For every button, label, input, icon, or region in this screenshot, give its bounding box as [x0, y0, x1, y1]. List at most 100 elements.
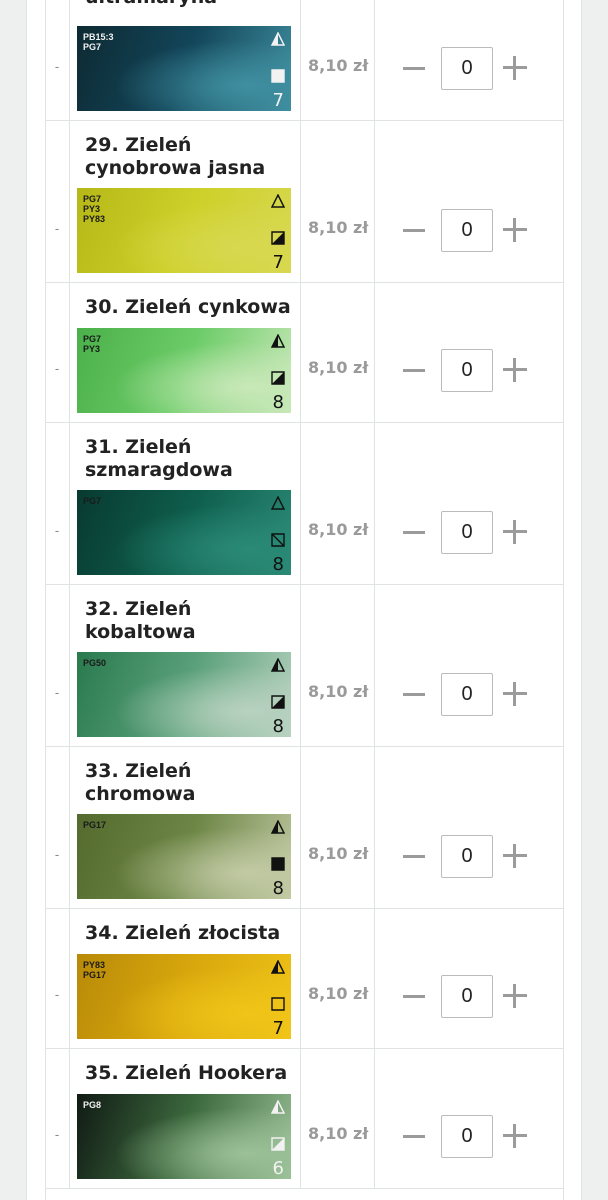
quantity-input[interactable]	[441, 975, 493, 1018]
pigment-codes: PG8	[83, 1100, 102, 1110]
half-filled-square-icon	[271, 371, 285, 385]
table-row: - 33. Zieleń chromowa PG17 8 8,10 zł	[45, 746, 563, 908]
price-cell	[299, 584, 375, 746]
pigment-codes: PG7 PY3	[83, 334, 102, 354]
diagonal-square-icon	[271, 533, 285, 547]
outline-triangle-icon	[270, 193, 286, 208]
price-label: 8,10 zł	[308, 1124, 369, 1143]
product-title[interactable]: 30. Zieleń cynkowa	[85, 296, 295, 319]
row-dash-marker: -	[54, 987, 60, 1002]
price-label: 8,10 zł	[308, 520, 369, 539]
half-filled-square-icon	[271, 1137, 285, 1151]
product-title[interactable]: ultramaryna	[85, 0, 295, 9]
product-title[interactable]: 34. Zieleń złocista	[85, 922, 295, 945]
staining-number: 7	[272, 1018, 284, 1039]
row-dash-marker: -	[54, 685, 60, 700]
table-row: - ultramaryna PB15:3 PG7 7 8,10 zł	[45, 0, 563, 120]
half-filled-triangle-icon	[270, 1099, 286, 1114]
row-dash-marker: -	[54, 1127, 60, 1142]
color-swatch: PG7 PY3 PY83 7	[77, 188, 291, 273]
price-cell	[299, 1048, 375, 1188]
staining-number: 8	[272, 554, 284, 575]
outline-triangle-icon	[270, 495, 286, 510]
half-filled-triangle-icon	[270, 31, 286, 46]
color-swatch: PG50 8	[77, 652, 291, 737]
decrement-button[interactable]	[403, 693, 425, 696]
decrement-button[interactable]	[403, 995, 425, 998]
price-cell	[299, 908, 375, 1048]
half-filled-triangle-icon	[270, 333, 286, 348]
price-label: 8,10 zł	[308, 682, 369, 701]
row-dash-marker: -	[54, 221, 60, 236]
table-row: - 31. Zieleń szmaragdowa PG7 8 8,10 zł	[45, 422, 563, 584]
decrement-button[interactable]	[403, 855, 425, 858]
color-swatch: PG17 8	[77, 814, 291, 899]
pigment-codes: PG50	[83, 658, 107, 668]
product-title[interactable]: 29. Zieleń cynobrowa jasna	[85, 134, 295, 180]
pigment-codes: PG7	[83, 496, 102, 506]
half-filled-triangle-icon	[270, 657, 286, 672]
color-swatch: PG7 8	[77, 490, 291, 575]
decrement-button[interactable]	[403, 531, 425, 534]
decrement-button[interactable]	[403, 1135, 425, 1138]
increment-button[interactable]	[503, 984, 527, 1008]
price-label: 8,10 zł	[308, 358, 369, 377]
half-filled-triangle-icon	[270, 959, 286, 974]
pigment-codes: PB15:3 PG7	[83, 32, 114, 52]
increment-button[interactable]	[503, 218, 527, 242]
staining-number: 8	[272, 878, 284, 899]
row-dash-marker: -	[54, 59, 60, 74]
table-right-edge	[563, 0, 564, 1200]
staining-number: 7	[272, 252, 284, 273]
increment-button[interactable]	[503, 56, 527, 80]
price-cell	[299, 422, 375, 584]
product-title[interactable]: 31. Zieleń szmaragdowa	[85, 436, 295, 482]
pigment-codes: PG17	[83, 820, 107, 830]
quantity-input[interactable]	[441, 511, 493, 554]
filled-square-icon	[271, 69, 285, 83]
price-cell	[299, 282, 375, 422]
color-swatch: PG8 6	[77, 1094, 291, 1179]
table-row: - 34. Zieleń złocista PY83 PG17 7 8,10 zł	[45, 908, 563, 1048]
increment-button[interactable]	[503, 1124, 527, 1148]
decrement-button[interactable]	[403, 67, 425, 70]
color-swatch: PY83 PG17 7	[77, 954, 291, 1039]
staining-number: 6	[272, 1158, 284, 1179]
table-row: - 32. Zieleń kobaltowa PG50 8 8,10 zł	[45, 584, 563, 746]
price-cell	[299, 746, 375, 908]
product-title[interactable]: 33. Zieleń chromowa	[85, 760, 295, 806]
staining-number: 8	[272, 392, 284, 413]
price-label: 8,10 zł	[308, 984, 369, 1003]
quantity-input[interactable]	[441, 209, 493, 252]
increment-button[interactable]	[503, 358, 527, 382]
quantity-input[interactable]	[441, 47, 493, 90]
table-row: - 29. Zieleń cynobrowa jasna PG7 PY3 PY83 7…	[45, 120, 563, 282]
product-title[interactable]: 35. Zieleń Hookera	[85, 1062, 295, 1085]
product-title[interactable]: 32. Zieleń kobaltowa	[85, 598, 295, 644]
staining-number: 8	[272, 716, 284, 737]
price-label: 8,10 zł	[308, 56, 369, 75]
filled-square-icon	[271, 857, 285, 871]
row-separator	[45, 1188, 563, 1189]
increment-button[interactable]	[503, 844, 527, 868]
price-label: 8,10 zł	[308, 844, 369, 863]
increment-button[interactable]	[503, 520, 527, 544]
table-row: - 35. Zieleń Hookera PG8 6 8,10 zł	[45, 1048, 563, 1188]
decrement-button[interactable]	[403, 229, 425, 232]
half-filled-square-icon	[271, 231, 285, 245]
staining-number: 7	[272, 90, 284, 111]
quantity-input[interactable]	[441, 835, 493, 878]
increment-button[interactable]	[503, 682, 527, 706]
half-filled-triangle-icon	[270, 819, 286, 834]
pigment-codes: PY83 PG17	[83, 960, 107, 980]
color-swatch: PB15:3 PG7 7	[77, 26, 291, 111]
half-filled-square-icon	[271, 695, 285, 709]
decrement-button[interactable]	[403, 369, 425, 372]
quantity-input[interactable]	[441, 349, 493, 392]
quantity-input[interactable]	[441, 673, 493, 716]
quantity-input[interactable]	[441, 1115, 493, 1158]
price-cell	[299, 120, 375, 282]
row-dash-marker: -	[54, 523, 60, 538]
pigment-codes: PG7 PY3 PY83	[83, 194, 106, 224]
color-swatch: PG7 PY3 8	[77, 328, 291, 413]
